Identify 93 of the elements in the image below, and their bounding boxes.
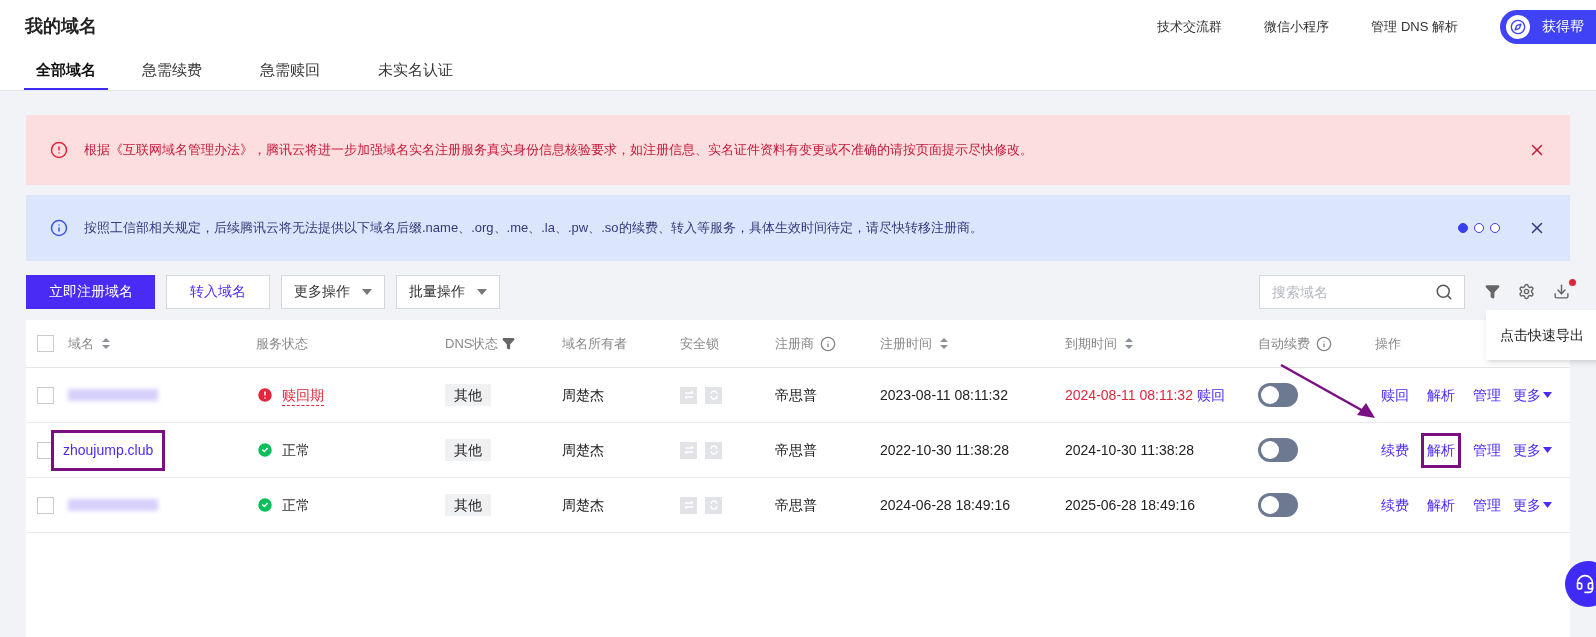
header-link[interactable]: 管理 DNS 解析 bbox=[1371, 16, 1458, 37]
expiry-time: 2024-08-11 08:11:32 bbox=[1065, 385, 1193, 405]
redeem-link[interactable]: 赎回 bbox=[1196, 384, 1225, 406]
header-link[interactable]: 微信小程序 bbox=[1264, 16, 1330, 37]
sort-icon[interactable] bbox=[940, 338, 948, 349]
registration-time: 2022-10-30 11:38:28 bbox=[880, 440, 1010, 460]
column-header: 服务状态 bbox=[256, 334, 308, 353]
column-header: 域名 bbox=[68, 334, 94, 353]
owner-text: 周楚杰 bbox=[562, 385, 605, 405]
toggle-switch[interactable] bbox=[1258, 383, 1298, 407]
action-link[interactable]: 管理 bbox=[1467, 487, 1507, 523]
dns-tag: 其他 bbox=[445, 493, 491, 516]
filter-icon[interactable] bbox=[1485, 284, 1500, 299]
domain-link[interactable]: zhoujump.club bbox=[51, 429, 166, 471]
download-icon[interactable] bbox=[1553, 283, 1570, 300]
page-title: 我的域名 bbox=[25, 15, 97, 39]
info-icon bbox=[1316, 335, 1332, 352]
info-icon bbox=[820, 335, 836, 352]
column-header: DNS状态 bbox=[445, 334, 499, 353]
more-dropdown[interactable]: 更多 bbox=[1513, 384, 1552, 406]
headset-icon bbox=[1575, 574, 1595, 594]
info-icon bbox=[50, 219, 68, 237]
registrar-text: 帝思普 bbox=[775, 495, 818, 515]
action-link[interactable]: 解析 bbox=[1421, 432, 1461, 468]
registration-time: 2023-08-11 08:11:32 bbox=[880, 385, 1009, 405]
tab[interactable]: 全部域名 bbox=[24, 53, 108, 90]
action-link[interactable]: 管理 bbox=[1467, 432, 1507, 468]
expiry-time: 2024-10-30 11:38:28 bbox=[1065, 440, 1194, 460]
help-button[interactable]: 获得帮 bbox=[1500, 9, 1596, 44]
column-header: 操作 bbox=[1375, 334, 1401, 353]
action-link[interactable]: 解析 bbox=[1421, 487, 1461, 523]
dns-tag: 其他 bbox=[445, 383, 491, 406]
expiry-time: 2025-06-28 18:49:16 bbox=[1065, 495, 1195, 515]
caret-icon bbox=[362, 288, 372, 295]
compass-icon bbox=[1510, 18, 1526, 35]
registrar-text: 帝思普 bbox=[775, 385, 818, 405]
action-link[interactable]: 续费 bbox=[1375, 487, 1415, 523]
alert-text: 按照工信部相关规定，后续腾讯云将无法提供以下域名后缀.name、.org、.me、.la、.pw、.so的续费、转入等服务，具体生效时间待定，请尽快转移注册商。 bbox=[84, 219, 983, 238]
status-text: 正常 bbox=[282, 440, 310, 460]
registrar-text: 帝思普 bbox=[775, 440, 818, 460]
sort-icon[interactable] bbox=[102, 338, 110, 349]
tab[interactable]: 未实名认证 bbox=[366, 53, 465, 90]
alert-text: 根据《互联网域名管理办法》，腾讯云将进一步加强域名实名注册服务真实身份信息核验要求，如注册信息、实名证件资料有变更或不准确的请按页面提示尽快修改。 bbox=[84, 141, 1033, 160]
tab[interactable]: 急需赎回 bbox=[248, 53, 332, 90]
search-icon[interactable] bbox=[1435, 282, 1453, 301]
check-icon bbox=[256, 496, 274, 514]
toggle-switch[interactable] bbox=[1258, 493, 1298, 517]
toggle-switch[interactable] bbox=[1258, 438, 1298, 462]
column-header: 注册时间 bbox=[880, 334, 932, 353]
transfer-lock-icon bbox=[680, 496, 697, 514]
dns-tag: 其他 bbox=[445, 438, 491, 461]
transfer-button[interactable]: 转入域名 bbox=[166, 274, 270, 309]
caret-icon bbox=[1543, 502, 1552, 508]
header-link[interactable]: 技术交流群 bbox=[1157, 16, 1223, 37]
registration-time: 2024-06-28 18:49:16 bbox=[880, 495, 1011, 515]
checkbox[interactable] bbox=[37, 335, 54, 352]
check-icon bbox=[256, 441, 274, 459]
error-icon bbox=[50, 141, 68, 159]
update-lock-icon bbox=[705, 441, 722, 459]
settings-icon[interactable] bbox=[1518, 283, 1535, 300]
warning-icon bbox=[256, 386, 274, 404]
action-link[interactable]: 续费 bbox=[1375, 432, 1415, 468]
column-header: 注册商 bbox=[775, 334, 814, 353]
filter-icon[interactable] bbox=[502, 337, 516, 350]
status-text: 赎回期 bbox=[282, 384, 324, 406]
action-link[interactable]: 管理 bbox=[1467, 377, 1507, 413]
tab[interactable]: 急需续费 bbox=[130, 53, 214, 90]
more-dropdown[interactable]: 更多 bbox=[1513, 439, 1552, 461]
caret-icon bbox=[1543, 392, 1552, 398]
dropdown-button[interactable]: 批量操作 bbox=[396, 274, 500, 309]
action-link[interactable]: 解析 bbox=[1421, 377, 1461, 413]
register-button[interactable]: 立即注册域名 bbox=[26, 274, 155, 309]
sort-icon[interactable] bbox=[1125, 338, 1133, 349]
action-link[interactable]: 赎回 bbox=[1375, 377, 1415, 413]
column-header: 安全锁 bbox=[680, 334, 719, 353]
export-tooltip: 点击快速导出 bbox=[1486, 310, 1596, 360]
update-lock-icon bbox=[705, 496, 722, 514]
caret-icon bbox=[477, 288, 487, 295]
column-header: 域名所有者 bbox=[562, 334, 627, 353]
column-header: 到期时间 bbox=[1065, 334, 1117, 353]
owner-text: 周楚杰 bbox=[562, 440, 605, 460]
transfer-lock-icon bbox=[680, 386, 697, 404]
checkbox[interactable] bbox=[37, 496, 54, 514]
status-text: 正常 bbox=[282, 495, 310, 515]
search-field[interactable]: 搜索域名 bbox=[1259, 274, 1465, 309]
column-header: 自动续费 bbox=[1258, 334, 1310, 353]
dropdown-button[interactable]: 更多操作 bbox=[281, 274, 385, 309]
checkbox[interactable] bbox=[37, 386, 54, 404]
caret-icon bbox=[1543, 447, 1552, 453]
transfer-lock-icon bbox=[680, 441, 697, 459]
owner-text: 周楚杰 bbox=[562, 495, 605, 515]
more-dropdown[interactable]: 更多 bbox=[1513, 494, 1552, 516]
update-lock-icon bbox=[705, 386, 722, 404]
